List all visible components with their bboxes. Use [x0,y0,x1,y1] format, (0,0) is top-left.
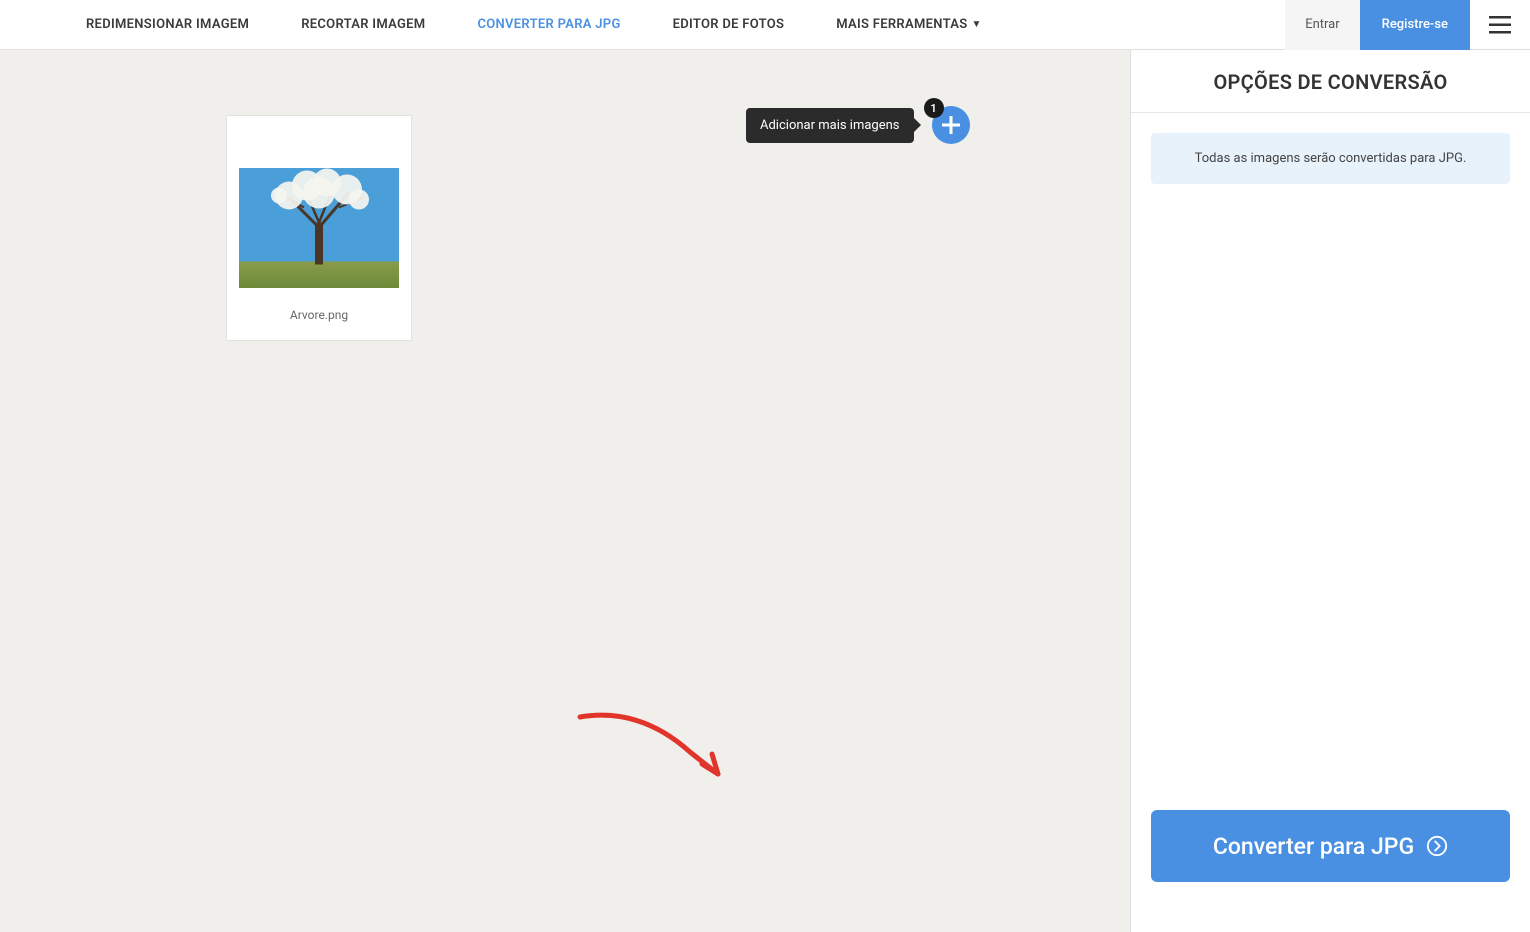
chevron-down-icon: ▼ [971,19,981,30]
login-button[interactable]: Entrar [1285,0,1359,50]
nav-more-tools-label: MAIS FERRAMENTAS [836,17,967,32]
sidebar-title: OPÇÕES DE CONVERSÃO [1131,50,1530,113]
conversion-info: Todas as imagens serão convertidas para … [1151,133,1510,184]
image-count-badge: 1 [924,98,944,118]
add-more-tooltip: Adicionar mais imagens [746,108,914,143]
hamburger-menu-button[interactable] [1470,0,1530,50]
options-sidebar: OPÇÕES DE CONVERSÃO Todas as imagens ser… [1130,50,1530,932]
add-images-button[interactable]: 1 [932,106,970,144]
add-more-wrap: Adicionar mais imagens 1 [746,106,970,144]
convert-button[interactable]: Converter para JPG [1151,810,1510,882]
image-filename: Arvore.png [290,308,348,330]
nav-resize[interactable]: REDIMENSIONAR IMAGEM [60,0,275,50]
convert-button-label: Converter para JPG [1213,833,1414,860]
arrow-right-circle-icon [1426,835,1448,857]
main-area: Arvore.png Adicionar mais imagens 1 OPÇÕ… [0,50,1530,932]
hamburger-icon [1489,16,1511,34]
register-button[interactable]: Registre-se [1360,0,1470,50]
nav-photo-editor[interactable]: EDITOR DE FOTOS [647,0,811,50]
nav-convert-jpg[interactable]: CONVERTER PARA JPG [451,0,646,50]
plus-icon [942,116,960,134]
image-thumbnail [239,168,399,288]
top-nav: REDIMENSIONAR IMAGEM RECORTAR IMAGEM CON… [0,0,1530,50]
nav-crop[interactable]: RECORTAR IMAGEM [275,0,451,50]
nav-more-tools[interactable]: MAIS FERRAMENTAS ▼ [810,0,1007,50]
annotation-arrow [570,702,750,802]
workspace: Arvore.png Adicionar mais imagens 1 [0,50,1130,932]
image-card[interactable]: Arvore.png [226,115,412,341]
